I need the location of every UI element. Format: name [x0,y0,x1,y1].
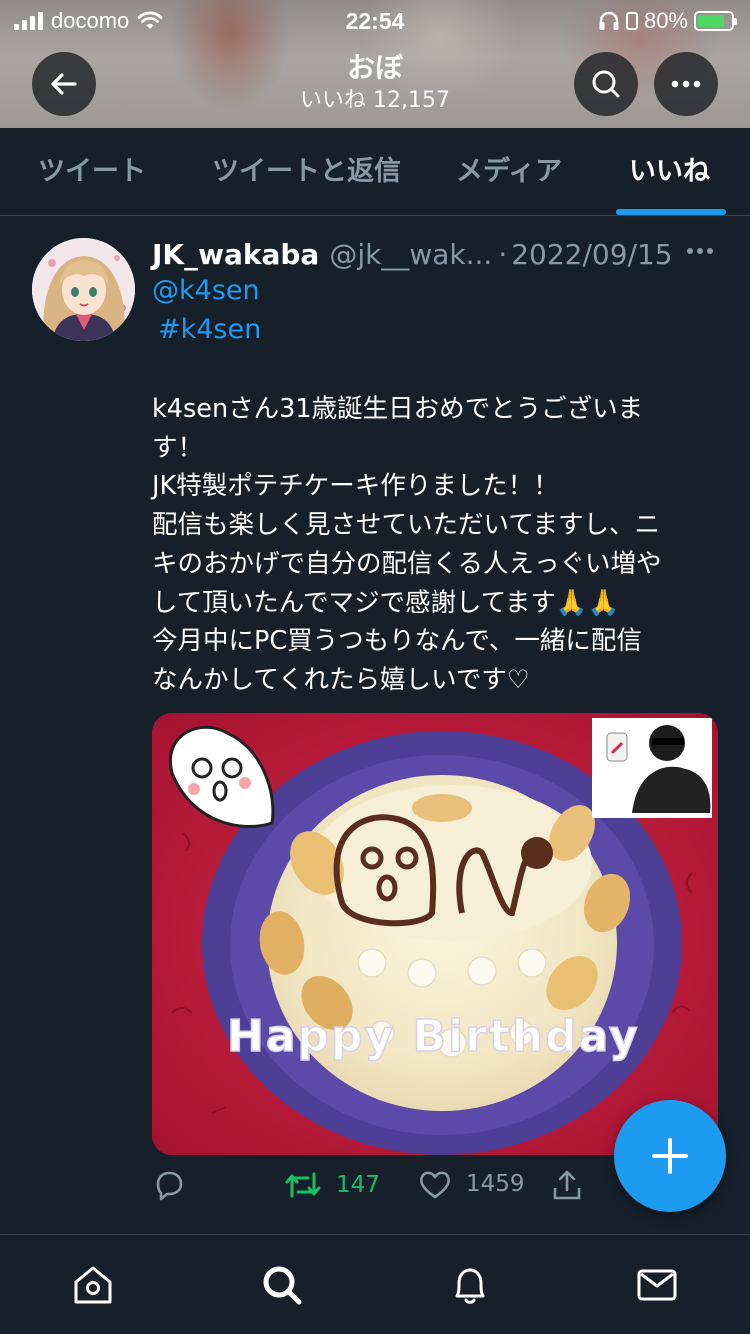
like-count: 1459 [466,1171,525,1197]
mail-icon [637,1269,677,1301]
tweet-text-line: キのおかげで自分の配信くる人えっぐい増や [152,548,662,579]
profile-header: docomo 22:54 80% おぼ いいね 12,157 [0,0,750,128]
tab-likes[interactable]: いいね [629,128,710,216]
anime-avatar-image [32,238,135,341]
home-icon [74,1266,112,1304]
tweet-text-line: なんかしてくれたら嬉しいです♡ [152,664,530,695]
tweet-header: JK_wakaba @jk__wak... · 2022/09/15 [152,234,673,274]
profile-tabs: ツイート ツイートと返信 メディア いいね [0,128,750,216]
plus-icon [652,1138,688,1174]
retweet-icon [285,1172,321,1198]
heart-icon [420,1171,450,1199]
nav-search[interactable] [260,1263,304,1307]
compose-tweet-button[interactable] [614,1100,726,1212]
tweet-media-image[interactable]: Happy Birthday [152,713,718,1155]
bell-icon [455,1268,485,1304]
hashtag-link[interactable]: #k4sen [158,311,261,349]
retweet-count: 147 [336,1172,380,1198]
tweet-date[interactable]: 2022/09/15 [511,238,672,271]
author-display-name[interactable]: JK_wakaba [152,238,319,271]
active-tab-indicator [616,209,726,215]
header-search-button[interactable] [574,52,638,116]
reply-icon [156,1171,183,1201]
status-bar: docomo 22:54 80% [0,0,750,40]
share-icon [553,1170,581,1200]
author-handle[interactable]: @jk__wak... [329,238,492,271]
retweet-button[interactable]: 147 [284,1168,380,1202]
share-button[interactable] [550,1168,584,1202]
tweet-text: k4senさん31歳誕生日おめでとうございま す！ JK特製ポテチケーキ作りまし… [152,390,717,700]
separator-dot: · [498,237,508,271]
battery-icon [694,11,737,31]
more-horizontal-icon [671,80,701,88]
bottom-navigation [0,1234,750,1334]
tweet-more-button[interactable] [680,236,720,266]
header-more-button[interactable] [654,52,718,116]
cake-photo: Happy Birthday [152,713,718,1155]
search-icon [592,70,620,98]
orientation-lock-icon [625,12,638,30]
nav-home[interactable] [71,1263,115,1307]
mention-link[interactable]: @k4sen [152,272,260,310]
tweet-text-line: JK特製ポテチケーキ作りました！！ [152,471,559,502]
tab-tweets[interactable]: ツイート [38,128,146,216]
tweet-text-line: して頂いたんでマジで感謝してます🙏🙏 [152,587,620,618]
tweet-text-line: k4senさん31歳誕生日おめでとうございま [152,394,644,424]
tab-media[interactable]: メディア [456,128,562,216]
reply-button[interactable] [152,1168,186,1202]
nav-notifications[interactable] [448,1263,492,1307]
tweet-text-line: 今月中にPC買うつもりなんで、一緒に配信 [152,626,642,657]
tweet-text-line: 配信も楽しく見させていただいてますし、ニ [152,510,660,541]
avatar[interactable] [32,238,135,341]
battery-percent: 80% [643,8,688,33]
tweet-text-line: す！ [152,432,204,463]
headphones-icon [599,11,619,30]
like-button[interactable]: 1459 [418,1168,525,1200]
nav-messages[interactable] [635,1263,679,1307]
tab-tweets-and-replies[interactable]: ツイートと返信 [212,128,401,216]
media-caption: Happy Birthday [227,1011,640,1062]
search-icon [263,1266,302,1305]
